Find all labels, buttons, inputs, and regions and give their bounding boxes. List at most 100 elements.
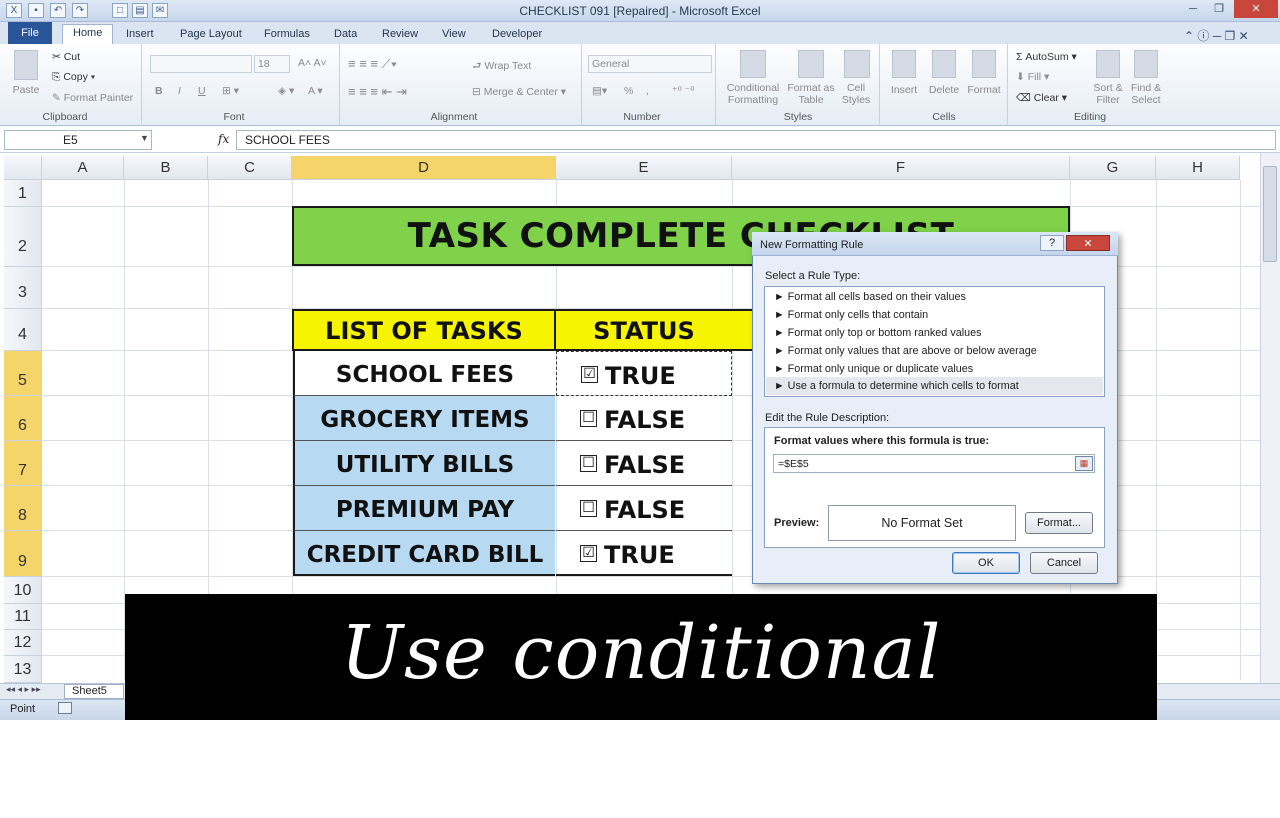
accounting-icon[interactable]: ▤▾ bbox=[592, 85, 607, 97]
tab-view[interactable]: View bbox=[432, 26, 476, 44]
email-icon[interactable]: ✉ bbox=[152, 3, 168, 18]
column-header-a[interactable]: A bbox=[42, 156, 124, 180]
comma-icon[interactable]: , bbox=[646, 85, 649, 97]
task-cell[interactable]: SCHOOL FEES bbox=[293, 351, 555, 396]
column-header-h[interactable]: H bbox=[1156, 156, 1240, 180]
copy-button[interactable]: ⎘ Copy ▾ bbox=[52, 71, 95, 84]
percent-button[interactable]: % bbox=[624, 85, 633, 97]
row-header-1[interactable]: 1 bbox=[4, 180, 42, 207]
rule-type-item-selected[interactable]: ► Use a formula to determine which cells… bbox=[766, 377, 1103, 395]
task-cell[interactable]: PREMIUM PAY bbox=[293, 486, 555, 531]
row-header-7[interactable]: 7 bbox=[4, 441, 42, 486]
header-status[interactable]: STATUS bbox=[554, 309, 734, 351]
italic-button[interactable]: I bbox=[178, 85, 181, 97]
undo-icon[interactable]: ↶ bbox=[50, 3, 66, 18]
column-header-b[interactable]: B bbox=[124, 156, 208, 180]
help-icon[interactable]: ? bbox=[1040, 235, 1064, 251]
cell-styles-icon[interactable] bbox=[844, 50, 870, 78]
align-top-icons[interactable]: ≡ ≡ ≡ ⟋▾ bbox=[348, 56, 397, 72]
formula-input[interactable]: SCHOOL FEES bbox=[236, 130, 1276, 150]
fill-button[interactable]: ⬇ Fill ▾ bbox=[1016, 71, 1049, 83]
row-header-6[interactable]: 6 bbox=[4, 396, 42, 441]
status-cell-selected[interactable]: ☑ TRUE bbox=[556, 351, 732, 396]
align-left-icons[interactable]: ≡ ≡ ≡ ⇤ ⇥ bbox=[348, 84, 407, 100]
paste-icon[interactable] bbox=[14, 50, 38, 80]
checkbox-checked-icon[interactable]: ☑ bbox=[580, 545, 597, 562]
rule-formula-input[interactable]: =$E$5 bbox=[773, 454, 1095, 473]
sheet-tab-sheet5[interactable]: Sheet5 bbox=[64, 684, 124, 699]
task-cell[interactable]: GROCERY ITEMS bbox=[293, 396, 555, 441]
row-header-9[interactable]: 9 bbox=[4, 531, 42, 577]
autosum-button[interactable]: Σ AutoSum ▾ bbox=[1016, 51, 1077, 63]
status-cell[interactable]: ☐ FALSE bbox=[556, 486, 732, 531]
tab-data[interactable]: Data bbox=[324, 26, 367, 44]
insert-cells-button[interactable]: Insert bbox=[884, 84, 924, 96]
decimal-icons[interactable]: ⁺⁰ ⁻⁰ bbox=[672, 85, 694, 97]
rule-type-item[interactable]: ► Format only top or bottom ranked value… bbox=[766, 324, 1103, 342]
format-table-button[interactable]: Format as Table bbox=[786, 82, 836, 106]
new-icon[interactable]: □ bbox=[112, 3, 128, 18]
checkbox-unchecked-icon[interactable]: ☐ bbox=[580, 410, 597, 427]
column-header-f[interactable]: F bbox=[732, 156, 1070, 180]
rule-type-item[interactable]: ► Format all cells based on their values bbox=[766, 288, 1103, 306]
format-button[interactable]: Format... bbox=[1025, 512, 1093, 534]
rule-type-item[interactable]: ► Format only unique or duplicate values bbox=[766, 360, 1103, 378]
sheet-nav-arrows[interactable]: ◂◂ ◂ ▸ ▸▸ bbox=[6, 684, 41, 695]
close-button[interactable]: ✕ bbox=[1234, 0, 1278, 18]
row-header-11[interactable]: 11 bbox=[4, 604, 42, 630]
conditional-formatting-icon[interactable] bbox=[740, 50, 766, 78]
checkbox-unchecked-icon[interactable]: ☐ bbox=[580, 455, 597, 472]
print-icon[interactable]: ▤ bbox=[132, 3, 148, 18]
row-header-10[interactable]: 10 bbox=[4, 577, 42, 604]
number-format-select[interactable]: General bbox=[588, 55, 712, 73]
task-cell[interactable]: CREDIT CARD BILL bbox=[293, 531, 555, 576]
range-picker-icon[interactable]: ▦ bbox=[1075, 456, 1093, 471]
delete-cells-button[interactable]: Delete bbox=[924, 84, 964, 96]
column-header-e[interactable]: E bbox=[556, 156, 732, 180]
checkbox-checked-icon[interactable]: ☑ bbox=[581, 366, 598, 383]
tab-review[interactable]: Review bbox=[372, 26, 428, 44]
excel-icon[interactable]: X bbox=[6, 3, 22, 18]
macro-record-icon[interactable] bbox=[58, 702, 72, 714]
row-header-12[interactable]: 12 bbox=[4, 630, 42, 656]
ok-button[interactable]: OK bbox=[952, 552, 1020, 574]
cancel-button[interactable]: Cancel bbox=[1030, 552, 1098, 574]
name-box-dropdown-icon[interactable]: ▼ bbox=[140, 133, 149, 143]
tab-home[interactable]: Home bbox=[62, 24, 114, 45]
header-list-of-tasks[interactable]: LIST OF TASKS bbox=[292, 309, 556, 351]
tab-page-layout[interactable]: Page Layout bbox=[170, 26, 252, 44]
wrap-text-button[interactable]: ⮐ Wrap Text bbox=[472, 58, 531, 76]
minimize-button[interactable]: ─ bbox=[1180, 0, 1206, 18]
cut-button[interactable]: ✂ Cut bbox=[52, 51, 80, 63]
format-painter-button[interactable]: ✎ Format Painter bbox=[52, 92, 133, 104]
font-name-select[interactable] bbox=[150, 55, 252, 73]
status-cell[interactable]: ☐ FALSE bbox=[556, 441, 732, 486]
select-all-corner[interactable] bbox=[4, 156, 42, 180]
row-header-13[interactable]: 13 bbox=[4, 656, 42, 683]
cell-styles-button[interactable]: Cell Styles bbox=[836, 82, 876, 106]
status-cell[interactable]: ☑ TRUE bbox=[556, 531, 732, 576]
checkbox-unchecked-icon[interactable]: ☐ bbox=[580, 500, 597, 517]
format-table-icon[interactable] bbox=[798, 50, 824, 78]
scrollbar-thumb[interactable] bbox=[1263, 166, 1277, 262]
row-header-3[interactable]: 3 bbox=[4, 267, 42, 309]
format-cells-button[interactable]: Format bbox=[962, 84, 1006, 96]
save-icon[interactable]: ▪ bbox=[28, 3, 44, 18]
row-header-4[interactable]: 4 bbox=[4, 309, 42, 351]
delete-cells-icon[interactable] bbox=[932, 50, 956, 78]
redo-icon[interactable]: ↷ bbox=[72, 3, 88, 18]
rule-type-item[interactable]: ► Format only cells that contain bbox=[766, 306, 1103, 324]
font-color-icon[interactable]: A ▾ bbox=[308, 85, 323, 97]
task-cell[interactable]: UTILITY BILLS bbox=[293, 441, 555, 486]
tab-developer[interactable]: Developer bbox=[482, 26, 552, 44]
fill-color-icon[interactable]: ◈ ▾ bbox=[278, 85, 294, 97]
column-header-c[interactable]: C bbox=[208, 156, 292, 180]
find-select-button[interactable]: Find & Select bbox=[1126, 82, 1166, 106]
tab-file[interactable]: File bbox=[8, 22, 52, 44]
status-cell[interactable]: ☐ FALSE bbox=[556, 396, 732, 441]
paste-button[interactable]: Paste bbox=[8, 84, 44, 96]
tab-formulas[interactable]: Formulas bbox=[254, 26, 320, 44]
restore-button[interactable]: ❐ bbox=[1206, 0, 1232, 18]
row-header-8[interactable]: 8 bbox=[4, 486, 42, 531]
fx-icon[interactable]: fx bbox=[218, 132, 229, 146]
